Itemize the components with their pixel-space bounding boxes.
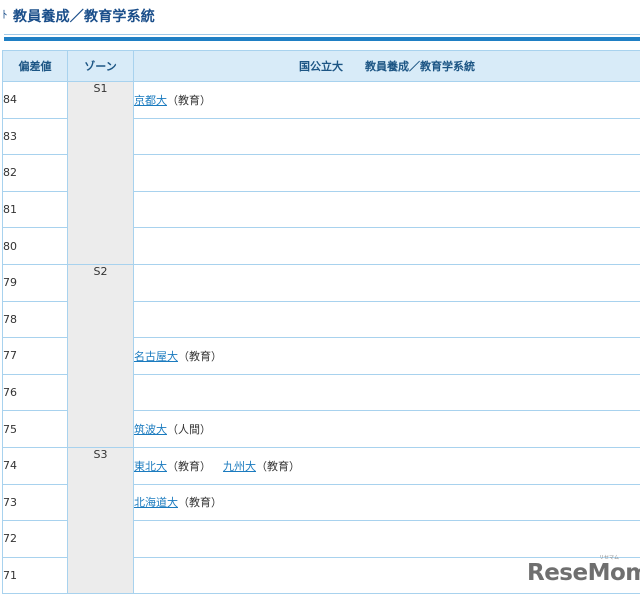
- university-link[interactable]: 京都大: [134, 94, 167, 107]
- faculty-label: （教育）: [178, 496, 222, 510]
- schools-cell: [133, 520, 640, 558]
- column-header-schools-field: 教員養成／教育学系統: [365, 60, 475, 73]
- deviation-cell: 77: [2, 337, 68, 375]
- faculty-label: （教育）: [167, 459, 211, 473]
- faculty-label: （教育）: [167, 93, 211, 107]
- header-marker: ﾄ: [2, 8, 8, 21]
- deviation-table: 偏差値 ゾーン 国公立大 教員養成／教育学系統 84 S1 京都大（教育） 83 82 81…: [2, 50, 640, 595]
- zone-cell: S2: [67, 263, 134, 448]
- faculty-label: （人間）: [167, 423, 211, 437]
- table-body: 84 S1 京都大（教育） 83 82 81 80 79 S2 78 77 名古屋大（教育） 76 75 筑…: [2, 81, 640, 595]
- header-divider-thick: [4, 37, 640, 41]
- deviation-cell: 79: [2, 263, 68, 302]
- faculty-label: （教育）: [178, 349, 222, 363]
- deviation-cell: 73: [2, 483, 68, 522]
- table-row: 79 S2: [2, 263, 640, 448]
- header-divider-thin: [4, 34, 640, 35]
- column-header-zone: ゾーン: [67, 50, 134, 82]
- university-link[interactable]: 筑波大: [134, 423, 167, 436]
- schools-cell: [133, 117, 640, 156]
- deviation-cell: 74: [2, 446, 68, 485]
- schools-cell: 京都大（教育）: [133, 81, 640, 119]
- schools-cell: [133, 263, 640, 302]
- faculty-label: （教育）: [256, 459, 300, 473]
- deviation-cell: 75: [2, 410, 68, 448]
- schools-cell: [133, 190, 640, 229]
- university-link[interactable]: 名古屋大: [134, 350, 178, 363]
- table-header-row: 偏差値 ゾーン 国公立大 教員養成／教育学系統: [2, 50, 640, 82]
- table-row: 74 S3 東北大（教育） 九州大（教育）: [2, 446, 640, 595]
- university-link[interactable]: 北海道大: [134, 496, 178, 509]
- deviation-cell: 78: [2, 300, 68, 339]
- deviation-cell: 76: [2, 373, 68, 412]
- zone-cell: S3: [67, 446, 134, 595]
- column-header-schools-type: 国公立大: [299, 60, 343, 73]
- schools-cell: 名古屋大（教育）: [133, 337, 640, 375]
- schools-cell: 東北大（教育） 九州大（教育）: [133, 446, 640, 485]
- schools-cell: 筑波大（人間）: [133, 410, 640, 448]
- university-link[interactable]: 東北大: [134, 460, 167, 473]
- deviation-cell: 82: [2, 154, 68, 192]
- deviation-cell: 84: [2, 81, 68, 119]
- column-header-deviation: 偏差値: [2, 50, 68, 82]
- page-header: ﾄ 教員養成／教育学系統: [0, 0, 640, 34]
- deviation-cell: 81: [2, 190, 68, 229]
- zone-cell: S1: [67, 81, 134, 265]
- column-header-schools: 国公立大 教員養成／教育学系統: [133, 50, 640, 82]
- schools-cell: [133, 300, 640, 339]
- deviation-cell: 71: [2, 556, 68, 595]
- university-link[interactable]: 九州大: [223, 460, 256, 473]
- resemom-logo-kana: リセマム: [599, 555, 620, 561]
- schools-cell: 北海道大（教育）: [133, 483, 640, 522]
- schools-cell: [133, 154, 640, 192]
- deviation-cell: 80: [2, 227, 68, 265]
- schools-cell: [133, 373, 640, 412]
- deviation-cell: 83: [2, 117, 68, 156]
- page-title: 教員養成／教育学系統: [13, 9, 155, 25]
- resemom-logo: ReseMom: [527, 560, 640, 586]
- deviation-cell: 72: [2, 520, 68, 558]
- table-row: 84 S1 京都大（教育）: [2, 81, 640, 265]
- schools-cell: [133, 227, 640, 265]
